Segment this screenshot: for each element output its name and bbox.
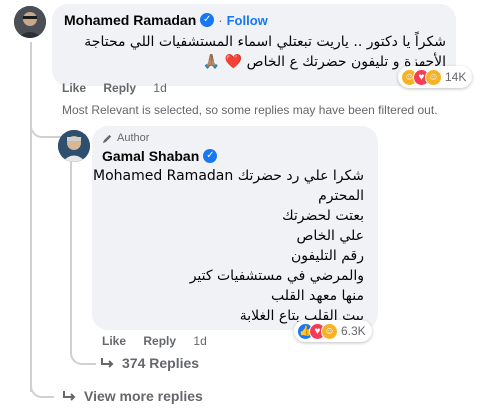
reply-arrow-icon (101, 358, 114, 368)
comment1-timestamp[interactable]: 1d (153, 81, 166, 95)
comment2-line5: رقم التليفون (290, 248, 364, 264)
comment1-text-line2: الأجهزة و تليفون حضرتك ع الخاص ❤️ 🙏🏽 (202, 54, 446, 70)
author-badge: Author (102, 132, 149, 144)
haha-reaction-icon: ☺ (321, 322, 338, 340)
comment2-line2: المحترم (318, 188, 364, 204)
filter-note: Most Relevant is selected, so some repli… (62, 103, 438, 117)
comment2-line1: شكرا علي رد حضرتك Mohamed Ramadan (93, 168, 364, 184)
comment2-actions: Like Reply 1d (102, 334, 221, 348)
comment1-like-button[interactable]: Like (62, 81, 86, 95)
comment2-reaction-count: 6.3K (341, 324, 366, 338)
comment1-reply-button[interactable]: Reply (103, 81, 136, 95)
comment2-line4: علي الخاص (296, 228, 365, 244)
separator-dot: · (218, 12, 223, 28)
verified-badge-icon: ✓ (200, 13, 215, 27)
comment1-reaction-count: 14K (445, 70, 467, 84)
pencil-author-icon (102, 134, 112, 143)
avatar-mohamed[interactable] (14, 6, 46, 38)
comment1-reactions[interactable]: ☺ ♥ ☺ 14K (398, 66, 473, 88)
thread-line-main (30, 42, 32, 392)
comment1-bubble: Mohamed Ramadan ✓ · Follow شكراً يا دكتو… (52, 4, 456, 86)
view-more-replies-link[interactable]: View more replies (62, 388, 203, 404)
view-more-replies-label: View more replies (84, 388, 203, 404)
thread-curve-more (30, 378, 54, 398)
avatar-gamal[interactable] (58, 130, 90, 162)
verified-badge-icon: ✓ (203, 149, 218, 163)
comment1-actions: Like Reply 1d (62, 81, 181, 95)
comment2-line7: منها معهد القلب (270, 288, 364, 304)
author-badge-label: Author (117, 132, 150, 144)
comment2-reactions[interactable]: 👍 ♥ ☺ 6.3K (294, 320, 372, 342)
comment2-author[interactable]: Gamal Shaban (102, 148, 199, 164)
comment1-author[interactable]: Mohamed Ramadan (64, 12, 196, 28)
thread-curve-replies (70, 345, 96, 365)
haha-reaction-icon: ☺ (425, 68, 442, 86)
view-replies-link[interactable]: 374 Replies (100, 355, 199, 371)
comment2-line3: بعتت لحضرتك (282, 208, 364, 224)
reply-arrow-icon (63, 391, 76, 401)
comment2-bubble: Author Gamal Shaban ✓ شكرا علي رد حضرتك … (92, 126, 378, 330)
comment1-text-line1: شكراً يا دكتور .. ياريت تبعتلي اسماء الم… (84, 34, 446, 50)
comment2-line6: والمرضي في مستشفيات كتير (189, 268, 364, 284)
view-replies-label: 374 Replies (122, 355, 200, 371)
comment2-reply-button[interactable]: Reply (143, 334, 176, 348)
thread-line-reply (70, 162, 72, 352)
comment2-like-button[interactable]: Like (102, 334, 126, 348)
comment2-timestamp[interactable]: 1d (193, 334, 206, 348)
follow-link[interactable]: Follow (227, 13, 268, 28)
